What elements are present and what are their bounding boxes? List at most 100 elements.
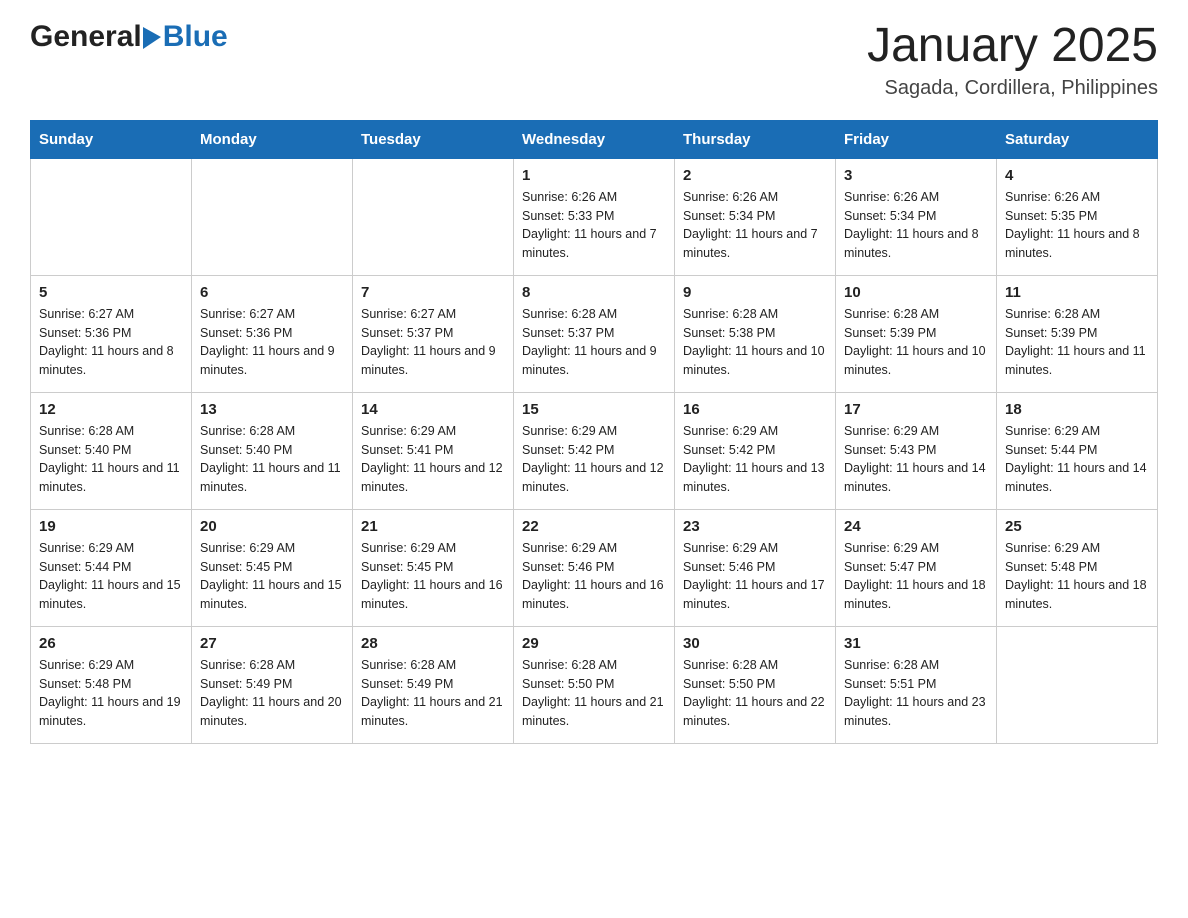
day-number: 28 bbox=[361, 635, 505, 652]
day-number: 25 bbox=[1005, 518, 1149, 535]
day-number: 5 bbox=[39, 284, 183, 301]
table-row: 18 Sunrise: 6:29 AMSunset: 5:44 PMDayligh… bbox=[997, 392, 1158, 509]
day-number: 2 bbox=[683, 167, 827, 184]
table-row: 27 Sunrise: 6:28 AMSunset: 5:49 PMDayligh… bbox=[192, 626, 353, 743]
day-number: 19 bbox=[39, 518, 183, 535]
table-row: 11Sunrise: 6:28 AMSunset: 5:39 PMDayligh… bbox=[997, 275, 1158, 392]
table-row: 8 Sunrise: 6:28 AMSunset: 5:37 PMDaylight… bbox=[514, 275, 675, 392]
logo-blue: Blue bbox=[163, 20, 228, 54]
day-number: 9 bbox=[683, 284, 827, 301]
table-row: 26 Sunrise: 6:29 AMSunset: 5:48 PMDayligh… bbox=[31, 626, 192, 743]
day-info: Sunrise: 6:29 AMSunset: 5:41 PMDaylight:… bbox=[361, 422, 505, 497]
day-info: Sunrise: 6:28 AMSunset: 5:40 PMDaylight:… bbox=[200, 422, 344, 497]
day-info: Sunrise: 6:29 AMSunset: 5:48 PMDaylight:… bbox=[1005, 539, 1149, 614]
col-friday: Friday bbox=[836, 120, 997, 158]
day-info: Sunrise: 6:29 AMSunset: 5:45 PMDaylight:… bbox=[200, 539, 344, 614]
day-info: Sunrise: 6:29 AMSunset: 5:45 PMDaylight:… bbox=[361, 539, 505, 614]
month-year-title: January 2025 bbox=[867, 20, 1158, 73]
table-row bbox=[353, 158, 514, 275]
table-row: 9 Sunrise: 6:28 AMSunset: 5:38 PMDaylight… bbox=[675, 275, 836, 392]
calendar-week-row: 5 Sunrise: 6:27 AMSunset: 5:36 PMDaylight… bbox=[31, 275, 1158, 392]
day-info: Sunrise: 6:29 AMSunset: 5:42 PMDaylight:… bbox=[683, 422, 827, 497]
day-info: Sunrise: 6:29 AMSunset: 5:42 PMDaylight:… bbox=[522, 422, 666, 497]
table-row: 14 Sunrise: 6:29 AMSunset: 5:41 PMDayligh… bbox=[353, 392, 514, 509]
day-number: 18 bbox=[1005, 401, 1149, 418]
col-thursday: Thursday bbox=[675, 120, 836, 158]
day-info: Sunrise: 6:29 AMSunset: 5:46 PMDaylight:… bbox=[683, 539, 827, 614]
day-info: Sunrise: 6:29 AMSunset: 5:43 PMDaylight:… bbox=[844, 422, 988, 497]
logo-general: General bbox=[30, 20, 142, 54]
day-number: 27 bbox=[200, 635, 344, 652]
day-number: 30 bbox=[683, 635, 827, 652]
day-info: Sunrise: 6:29 AMSunset: 5:47 PMDaylight:… bbox=[844, 539, 988, 614]
day-info: Sunrise: 6:26 AMSunset: 5:33 PMDaylight:… bbox=[522, 188, 666, 263]
day-number: 6 bbox=[200, 284, 344, 301]
calendar-week-row: 12 Sunrise: 6:28 AMSunset: 5:40 PMDayligh… bbox=[31, 392, 1158, 509]
location-subtitle: Sagada, Cordillera, Philippines bbox=[867, 77, 1158, 100]
table-row: 4 Sunrise: 6:26 AMSunset: 5:35 PMDaylight… bbox=[997, 158, 1158, 275]
table-row: 31 Sunrise: 6:28 AMSunset: 5:51 PMDayligh… bbox=[836, 626, 997, 743]
day-info: Sunrise: 6:27 AMSunset: 5:36 PMDaylight:… bbox=[39, 305, 183, 380]
day-info: Sunrise: 6:28 AMSunset: 5:39 PMDaylight:… bbox=[844, 305, 988, 380]
day-number: 8 bbox=[522, 284, 666, 301]
day-number: 12 bbox=[39, 401, 183, 418]
col-wednesday: Wednesday bbox=[514, 120, 675, 158]
calendar-week-row: 1Sunrise: 6:26 AMSunset: 5:33 PMDaylight… bbox=[31, 158, 1158, 275]
table-row: 5 Sunrise: 6:27 AMSunset: 5:36 PMDaylight… bbox=[31, 275, 192, 392]
day-number: 31 bbox=[844, 635, 988, 652]
logo: General Blue bbox=[30, 20, 228, 54]
logo-triangle-icon bbox=[143, 27, 161, 49]
table-row: 13 Sunrise: 6:28 AMSunset: 5:40 PMDayligh… bbox=[192, 392, 353, 509]
day-info: Sunrise: 6:28 AMSunset: 5:38 PMDaylight:… bbox=[683, 305, 827, 380]
calendar-week-row: 19 Sunrise: 6:29 AMSunset: 5:44 PMDayligh… bbox=[31, 509, 1158, 626]
day-info: Sunrise: 6:28 AMSunset: 5:50 PMDaylight:… bbox=[683, 656, 827, 731]
table-row: 6 Sunrise: 6:27 AMSunset: 5:36 PMDaylight… bbox=[192, 275, 353, 392]
col-sunday: Sunday bbox=[31, 120, 192, 158]
day-number: 13 bbox=[200, 401, 344, 418]
day-info: Sunrise: 6:29 AMSunset: 5:44 PMDaylight:… bbox=[1005, 422, 1149, 497]
day-info: Sunrise: 6:28 AMSunset: 5:40 PMDaylight:… bbox=[39, 422, 183, 497]
table-row: 12 Sunrise: 6:28 AMSunset: 5:40 PMDayligh… bbox=[31, 392, 192, 509]
table-row: 29 Sunrise: 6:28 AMSunset: 5:50 PMDayligh… bbox=[514, 626, 675, 743]
day-number: 26 bbox=[39, 635, 183, 652]
table-row: 17 Sunrise: 6:29 AMSunset: 5:43 PMDayligh… bbox=[836, 392, 997, 509]
day-info: Sunrise: 6:28 AMSunset: 5:51 PMDaylight:… bbox=[844, 656, 988, 731]
day-number: 15 bbox=[522, 401, 666, 418]
table-row: 25 Sunrise: 6:29 AMSunset: 5:48 PMDayligh… bbox=[997, 509, 1158, 626]
day-info: Sunrise: 6:27 AMSunset: 5:37 PMDaylight:… bbox=[361, 305, 505, 380]
table-row: 1Sunrise: 6:26 AMSunset: 5:33 PMDaylight… bbox=[514, 158, 675, 275]
day-info: Sunrise: 6:28 AMSunset: 5:49 PMDaylight:… bbox=[200, 656, 344, 731]
table-row: 2 Sunrise: 6:26 AMSunset: 5:34 PMDaylight… bbox=[675, 158, 836, 275]
day-info: Sunrise: 6:28 AMSunset: 5:37 PMDaylight:… bbox=[522, 305, 666, 380]
table-row: 30 Sunrise: 6:28 AMSunset: 5:50 PMDayligh… bbox=[675, 626, 836, 743]
day-info: Sunrise: 6:29 AMSunset: 5:48 PMDaylight:… bbox=[39, 656, 183, 731]
day-info: Sunrise: 6:28 AMSunset: 5:49 PMDaylight:… bbox=[361, 656, 505, 731]
table-row: 10Sunrise: 6:28 AMSunset: 5:39 PMDayligh… bbox=[836, 275, 997, 392]
table-row bbox=[997, 626, 1158, 743]
day-number: 22 bbox=[522, 518, 666, 535]
day-number: 20 bbox=[200, 518, 344, 535]
day-number: 11 bbox=[1005, 284, 1149, 301]
day-info: Sunrise: 6:26 AMSunset: 5:34 PMDaylight:… bbox=[683, 188, 827, 263]
day-info: Sunrise: 6:29 AMSunset: 5:46 PMDaylight:… bbox=[522, 539, 666, 614]
day-number: 24 bbox=[844, 518, 988, 535]
day-number: 14 bbox=[361, 401, 505, 418]
day-number: 29 bbox=[522, 635, 666, 652]
table-row bbox=[192, 158, 353, 275]
day-info: Sunrise: 6:29 AMSunset: 5:44 PMDaylight:… bbox=[39, 539, 183, 614]
table-row: 20 Sunrise: 6:29 AMSunset: 5:45 PMDayligh… bbox=[192, 509, 353, 626]
table-row: 16 Sunrise: 6:29 AMSunset: 5:42 PMDayligh… bbox=[675, 392, 836, 509]
col-tuesday: Tuesday bbox=[353, 120, 514, 158]
day-number: 17 bbox=[844, 401, 988, 418]
table-row: 28 Sunrise: 6:28 AMSunset: 5:49 PMDayligh… bbox=[353, 626, 514, 743]
day-number: 7 bbox=[361, 284, 505, 301]
table-row: 23Sunrise: 6:29 AMSunset: 5:46 PMDayligh… bbox=[675, 509, 836, 626]
calendar-header-row: Sunday Monday Tuesday Wednesday Thursday… bbox=[31, 120, 1158, 158]
day-number: 21 bbox=[361, 518, 505, 535]
day-info: Sunrise: 6:27 AMSunset: 5:36 PMDaylight:… bbox=[200, 305, 344, 380]
day-number: 16 bbox=[683, 401, 827, 418]
day-info: Sunrise: 6:28 AMSunset: 5:50 PMDaylight:… bbox=[522, 656, 666, 731]
table-row: 3Sunrise: 6:26 AMSunset: 5:34 PMDaylight… bbox=[836, 158, 997, 275]
day-info: Sunrise: 6:26 AMSunset: 5:35 PMDaylight:… bbox=[1005, 188, 1149, 263]
day-number: 4 bbox=[1005, 167, 1149, 184]
